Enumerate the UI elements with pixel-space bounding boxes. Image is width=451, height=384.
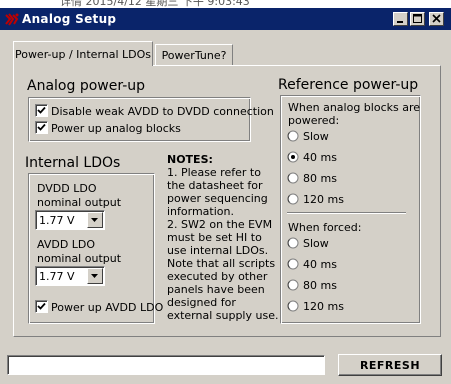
power-up-analog-blocks-label: Power up analog blocks bbox=[51, 122, 181, 135]
notes-line: external supply use. bbox=[167, 309, 279, 322]
notes-line: 2. SW2 on the EVM bbox=[167, 218, 273, 231]
radio-empty-icon bbox=[287, 300, 299, 312]
notes-line: designed for bbox=[167, 296, 236, 309]
close-icon bbox=[432, 14, 441, 23]
avdd-dropdown-button[interactable] bbox=[87, 268, 103, 284]
forced-radio-120ms[interactable] bbox=[287, 300, 299, 312]
powered-radio-80ms[interactable] bbox=[287, 172, 299, 184]
when-powered-label-line1: When analog blocks are bbox=[288, 101, 421, 114]
window-title: Analog Setup bbox=[22, 12, 117, 26]
tab-join bbox=[14, 64, 152, 67]
dvdd-ldo-value: 1.77 V bbox=[39, 214, 75, 227]
analog-powerup-heading: Analog power-up bbox=[27, 78, 146, 94]
forced-40ms-label: 40 ms bbox=[303, 258, 337, 271]
maximize-button[interactable] bbox=[410, 12, 425, 26]
forced-80ms-label: 80 ms bbox=[303, 279, 337, 292]
avdd-ldo-value: 1.77 V bbox=[39, 270, 75, 283]
dvdd-nominal-output-label: nominal output bbox=[37, 196, 122, 209]
notes-line: panels have been bbox=[167, 283, 265, 296]
reference-separator bbox=[287, 212, 406, 214]
forced-120ms-label: 120 ms bbox=[303, 300, 344, 313]
powered-radio-40ms[interactable] bbox=[287, 151, 299, 163]
forced-slow-label: Slow bbox=[303, 237, 329, 250]
chevron-down-icon bbox=[91, 274, 98, 278]
radio-empty-icon bbox=[287, 279, 299, 291]
powered-120ms-label: 120 ms bbox=[303, 193, 344, 206]
reference-powerup-heading: Reference power-up bbox=[278, 77, 419, 93]
forced-radio-40ms[interactable] bbox=[287, 258, 299, 270]
dvdd-ldo-select[interactable]: 1.77 V bbox=[35, 210, 105, 230]
notes-block: NOTES: 1. Please refer to the datasheet … bbox=[167, 153, 278, 322]
radio-empty-icon bbox=[287, 172, 299, 184]
checkmark-icon bbox=[37, 106, 46, 114]
when-forced-label: When forced: bbox=[288, 221, 362, 234]
disable-weak-avdd-checkbox[interactable] bbox=[35, 104, 48, 117]
power-up-analog-blocks-checkbox[interactable] bbox=[35, 121, 48, 134]
reference-powerup-group bbox=[280, 95, 421, 324]
notes-title: NOTES: bbox=[167, 153, 213, 166]
powered-80ms-label: 80 ms bbox=[303, 172, 337, 185]
status-field[interactable] bbox=[7, 355, 325, 375]
when-powered-label-line2: powered: bbox=[288, 114, 340, 127]
notes-line: must be set HI to bbox=[167, 231, 262, 244]
powered-40ms-label: 40 ms bbox=[303, 151, 337, 164]
avdd-nominal-output-label: nominal output bbox=[37, 252, 122, 265]
forced-radio-80ms[interactable] bbox=[287, 279, 299, 291]
notes-line: Note that all scripts bbox=[167, 257, 276, 270]
notes-line: information. bbox=[167, 205, 234, 218]
background-window-strip: 详情 2015/4/12 星期三 下午 9:03:43 bbox=[0, 0, 451, 8]
notes-line: executed by other bbox=[167, 270, 268, 283]
forced-radio-slow[interactable] bbox=[287, 237, 299, 249]
dvdd-ldo-label: DVDD LDO bbox=[37, 182, 97, 195]
chevron-down-icon bbox=[91, 218, 98, 222]
disable-weak-avdd-label: Disable weak AVDD to DVDD connection bbox=[51, 105, 274, 118]
analog-powerup-group bbox=[28, 97, 251, 142]
radio-empty-icon bbox=[287, 193, 299, 205]
close-button[interactable] bbox=[429, 12, 444, 26]
radio-selected-icon bbox=[287, 151, 299, 163]
notes-line: use internal LDOs. bbox=[167, 244, 269, 257]
background-window-text: 详情 2015/4/12 星期三 下午 9:03:43 bbox=[60, 0, 250, 8]
internal-ldos-heading: Internal LDOs bbox=[25, 155, 121, 171]
notes-line: the datasheet for bbox=[167, 179, 263, 192]
checkmark-icon bbox=[37, 123, 46, 131]
radio-empty-icon bbox=[287, 130, 299, 142]
tab-power-up-internal-ldos[interactable]: Power-up / Internal LDOs bbox=[13, 41, 153, 66]
radio-empty-icon bbox=[287, 237, 299, 249]
avdd-ldo-select[interactable]: 1.77 V bbox=[35, 266, 105, 286]
power-up-avdd-ldo-label: Power up AVDD LDO bbox=[51, 301, 164, 314]
checkmark-icon bbox=[37, 302, 46, 310]
dvdd-dropdown-button[interactable] bbox=[87, 212, 103, 228]
tab-powertune[interactable]: PowerTune? bbox=[155, 44, 233, 66]
minimize-icon bbox=[397, 21, 403, 23]
radio-empty-icon bbox=[287, 258, 299, 270]
refresh-button[interactable]: REFRESH bbox=[338, 354, 442, 376]
notes-line: 1. Please refer to bbox=[167, 166, 261, 179]
powered-radio-slow[interactable] bbox=[287, 130, 299, 142]
app-logo-icon bbox=[4, 11, 20, 27]
powered-slow-label: Slow bbox=[303, 130, 329, 143]
maximize-icon bbox=[413, 14, 422, 23]
avdd-ldo-label: AVDD LDO bbox=[37, 238, 96, 251]
powered-radio-120ms[interactable] bbox=[287, 193, 299, 205]
power-up-avdd-ldo-checkbox[interactable] bbox=[35, 300, 48, 313]
minimize-button[interactable] bbox=[393, 12, 408, 26]
notes-line: power sequencing bbox=[167, 192, 268, 205]
